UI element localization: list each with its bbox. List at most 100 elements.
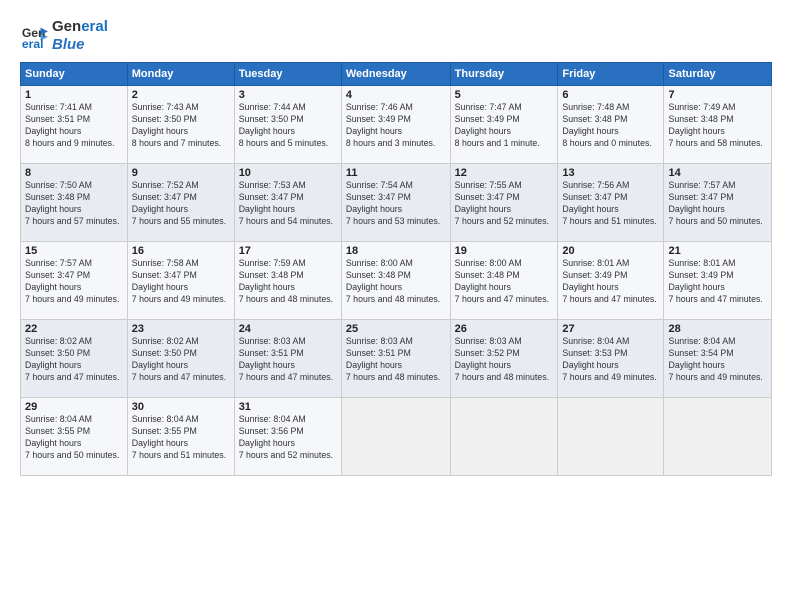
cell-day-number: 16	[132, 245, 230, 257]
cell-day-number: 31	[239, 401, 337, 413]
calendar-cell: 23 Sunrise: 8:02 AM Sunset: 3:50 PM Dayl…	[127, 320, 234, 398]
calendar-cell: 9 Sunrise: 7:52 AM Sunset: 3:47 PM Dayli…	[127, 164, 234, 242]
calendar-cell: 10 Sunrise: 7:53 AM Sunset: 3:47 PM Dayl…	[234, 164, 341, 242]
calendar-cell: 21 Sunrise: 8:01 AM Sunset: 3:49 PM Dayl…	[664, 242, 772, 320]
calendar-week-row: 29 Sunrise: 8:04 AM Sunset: 3:55 PM Dayl…	[21, 398, 772, 476]
cell-info: Sunrise: 8:04 AM Sunset: 3:54 PM Dayligh…	[668, 336, 767, 384]
cell-day-number: 11	[346, 167, 446, 179]
calendar-cell: 11 Sunrise: 7:54 AM Sunset: 3:47 PM Dayl…	[341, 164, 450, 242]
cell-info: Sunrise: 7:53 AM Sunset: 3:47 PM Dayligh…	[239, 180, 337, 228]
calendar-cell	[664, 398, 772, 476]
weekday-header-thursday: Thursday	[450, 63, 558, 86]
cell-day-number: 17	[239, 245, 337, 257]
cell-day-number: 5	[455, 89, 554, 101]
calendar-cell: 1 Sunrise: 7:41 AM Sunset: 3:51 PM Dayli…	[21, 86, 128, 164]
cell-info: Sunrise: 8:03 AM Sunset: 3:52 PM Dayligh…	[455, 336, 554, 384]
cell-day-number: 22	[25, 323, 123, 335]
calendar-page: Gen eral General Blue SundayMondayTuesda…	[0, 0, 792, 612]
weekday-header-saturday: Saturday	[664, 63, 772, 86]
weekday-header-friday: Friday	[558, 63, 664, 86]
cell-info: Sunrise: 8:02 AM Sunset: 3:50 PM Dayligh…	[25, 336, 123, 384]
calendar-cell: 5 Sunrise: 7:47 AM Sunset: 3:49 PM Dayli…	[450, 86, 558, 164]
cell-day-number: 18	[346, 245, 446, 257]
calendar-cell: 12 Sunrise: 7:55 AM Sunset: 3:47 PM Dayl…	[450, 164, 558, 242]
cell-day-number: 12	[455, 167, 554, 179]
cell-day-number: 4	[346, 89, 446, 101]
calendar-cell: 24 Sunrise: 8:03 AM Sunset: 3:51 PM Dayl…	[234, 320, 341, 398]
cell-info: Sunrise: 8:00 AM Sunset: 3:48 PM Dayligh…	[455, 258, 554, 306]
calendar-cell: 16 Sunrise: 7:58 AM Sunset: 3:47 PM Dayl…	[127, 242, 234, 320]
calendar-cell: 6 Sunrise: 7:48 AM Sunset: 3:48 PM Dayli…	[558, 86, 664, 164]
calendar-cell: 13 Sunrise: 7:56 AM Sunset: 3:47 PM Dayl…	[558, 164, 664, 242]
cell-day-number: 8	[25, 167, 123, 179]
cell-info: Sunrise: 8:01 AM Sunset: 3:49 PM Dayligh…	[668, 258, 767, 306]
cell-day-number: 2	[132, 89, 230, 101]
cell-day-number: 21	[668, 245, 767, 257]
cell-info: Sunrise: 7:58 AM Sunset: 3:47 PM Dayligh…	[132, 258, 230, 306]
cell-info: Sunrise: 7:57 AM Sunset: 3:47 PM Dayligh…	[25, 258, 123, 306]
calendar-cell: 27 Sunrise: 8:04 AM Sunset: 3:53 PM Dayl…	[558, 320, 664, 398]
cell-info: Sunrise: 7:56 AM Sunset: 3:47 PM Dayligh…	[562, 180, 659, 228]
cell-day-number: 13	[562, 167, 659, 179]
calendar-cell: 17 Sunrise: 7:59 AM Sunset: 3:48 PM Dayl…	[234, 242, 341, 320]
cell-day-number: 19	[455, 245, 554, 257]
cell-day-number: 20	[562, 245, 659, 257]
calendar-cell: 19 Sunrise: 8:00 AM Sunset: 3:48 PM Dayl…	[450, 242, 558, 320]
calendar-cell: 20 Sunrise: 8:01 AM Sunset: 3:49 PM Dayl…	[558, 242, 664, 320]
calendar-cell: 28 Sunrise: 8:04 AM Sunset: 3:54 PM Dayl…	[664, 320, 772, 398]
cell-day-number: 23	[132, 323, 230, 335]
calendar-cell: 8 Sunrise: 7:50 AM Sunset: 3:48 PM Dayli…	[21, 164, 128, 242]
logo-icon: Gen eral	[20, 22, 48, 50]
cell-info: Sunrise: 8:04 AM Sunset: 3:56 PM Dayligh…	[239, 414, 337, 462]
calendar-cell	[558, 398, 664, 476]
cell-day-number: 9	[132, 167, 230, 179]
cell-info: Sunrise: 7:44 AM Sunset: 3:50 PM Dayligh…	[239, 102, 337, 150]
calendar-week-row: 15 Sunrise: 7:57 AM Sunset: 3:47 PM Dayl…	[21, 242, 772, 320]
cell-info: Sunrise: 7:48 AM Sunset: 3:48 PM Dayligh…	[562, 102, 659, 150]
weekday-header-row: SundayMondayTuesdayWednesdayThursdayFrid…	[21, 63, 772, 86]
cell-info: Sunrise: 7:52 AM Sunset: 3:47 PM Dayligh…	[132, 180, 230, 228]
cell-info: Sunrise: 8:04 AM Sunset: 3:55 PM Dayligh…	[25, 414, 123, 462]
calendar-week-row: 8 Sunrise: 7:50 AM Sunset: 3:48 PM Dayli…	[21, 164, 772, 242]
calendar-cell: 26 Sunrise: 8:03 AM Sunset: 3:52 PM Dayl…	[450, 320, 558, 398]
cell-day-number: 14	[668, 167, 767, 179]
cell-info: Sunrise: 7:50 AM Sunset: 3:48 PM Dayligh…	[25, 180, 123, 228]
header: Gen eral General Blue	[20, 18, 772, 54]
cell-day-number: 7	[668, 89, 767, 101]
calendar-table: SundayMondayTuesdayWednesdayThursdayFrid…	[20, 62, 772, 476]
cell-info: Sunrise: 7:46 AM Sunset: 3:49 PM Dayligh…	[346, 102, 446, 150]
cell-day-number: 3	[239, 89, 337, 101]
calendar-week-row: 1 Sunrise: 7:41 AM Sunset: 3:51 PM Dayli…	[21, 86, 772, 164]
calendar-cell: 31 Sunrise: 8:04 AM Sunset: 3:56 PM Dayl…	[234, 398, 341, 476]
weekday-header-sunday: Sunday	[21, 63, 128, 86]
logo-text: General Blue	[52, 18, 108, 54]
cell-day-number: 25	[346, 323, 446, 335]
cell-info: Sunrise: 7:47 AM Sunset: 3:49 PM Dayligh…	[455, 102, 554, 150]
cell-day-number: 6	[562, 89, 659, 101]
calendar-cell: 25 Sunrise: 8:03 AM Sunset: 3:51 PM Dayl…	[341, 320, 450, 398]
cell-info: Sunrise: 8:03 AM Sunset: 3:51 PM Dayligh…	[346, 336, 446, 384]
cell-day-number: 30	[132, 401, 230, 413]
cell-info: Sunrise: 7:57 AM Sunset: 3:47 PM Dayligh…	[668, 180, 767, 228]
calendar-cell: 4 Sunrise: 7:46 AM Sunset: 3:49 PM Dayli…	[341, 86, 450, 164]
cell-day-number: 29	[25, 401, 123, 413]
cell-day-number: 1	[25, 89, 123, 101]
calendar-cell	[341, 398, 450, 476]
svg-text:eral: eral	[22, 37, 44, 50]
cell-day-number: 15	[25, 245, 123, 257]
logo: Gen eral General Blue	[20, 18, 108, 54]
cell-info: Sunrise: 7:55 AM Sunset: 3:47 PM Dayligh…	[455, 180, 554, 228]
weekday-header-tuesday: Tuesday	[234, 63, 341, 86]
cell-info: Sunrise: 8:03 AM Sunset: 3:51 PM Dayligh…	[239, 336, 337, 384]
cell-info: Sunrise: 7:54 AM Sunset: 3:47 PM Dayligh…	[346, 180, 446, 228]
calendar-cell: 22 Sunrise: 8:02 AM Sunset: 3:50 PM Dayl…	[21, 320, 128, 398]
calendar-cell: 7 Sunrise: 7:49 AM Sunset: 3:48 PM Dayli…	[664, 86, 772, 164]
cell-info: Sunrise: 7:41 AM Sunset: 3:51 PM Dayligh…	[25, 102, 123, 150]
cell-info: Sunrise: 7:59 AM Sunset: 3:48 PM Dayligh…	[239, 258, 337, 306]
cell-day-number: 27	[562, 323, 659, 335]
calendar-cell: 14 Sunrise: 7:57 AM Sunset: 3:47 PM Dayl…	[664, 164, 772, 242]
cell-info: Sunrise: 8:01 AM Sunset: 3:49 PM Dayligh…	[562, 258, 659, 306]
weekday-header-monday: Monday	[127, 63, 234, 86]
cell-day-number: 28	[668, 323, 767, 335]
cell-day-number: 10	[239, 167, 337, 179]
